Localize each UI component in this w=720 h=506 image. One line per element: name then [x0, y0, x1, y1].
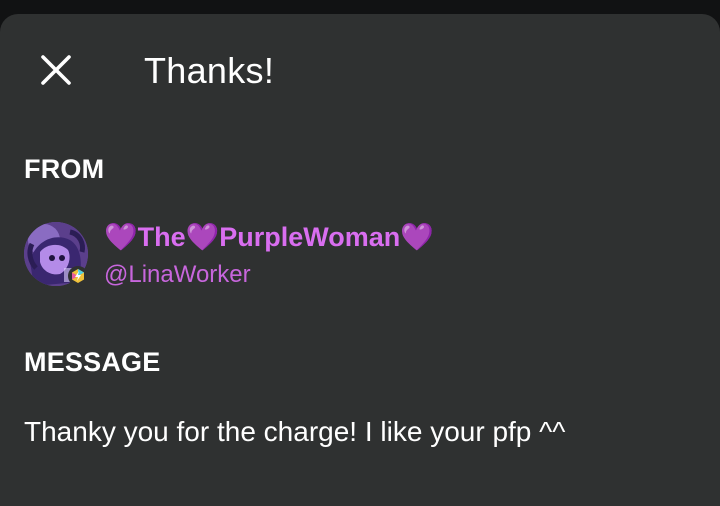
thanks-dialog: Thanks! FROM 💜The💜PurpleWoman💜 @LinaWork… — [0, 14, 720, 506]
dialog-title: Thanks! — [144, 50, 275, 91]
close-icon — [41, 55, 71, 85]
message-text: Thanky you for the charge! I like your p… — [24, 416, 566, 447]
message-label: MESSAGE — [24, 347, 161, 377]
close-button[interactable] — [30, 44, 82, 96]
lightning-badge-icon — [68, 266, 88, 286]
sender-row[interactable]: 💜The💜PurpleWoman💜 @LinaWorker — [24, 220, 684, 300]
sender-username[interactable]: @LinaWorker — [104, 260, 251, 290]
sender-display-name[interactable]: 💜The💜PurpleWoman💜 — [104, 220, 434, 254]
from-label: FROM — [24, 154, 105, 184]
dialog-header: Thanks! — [0, 14, 720, 130]
